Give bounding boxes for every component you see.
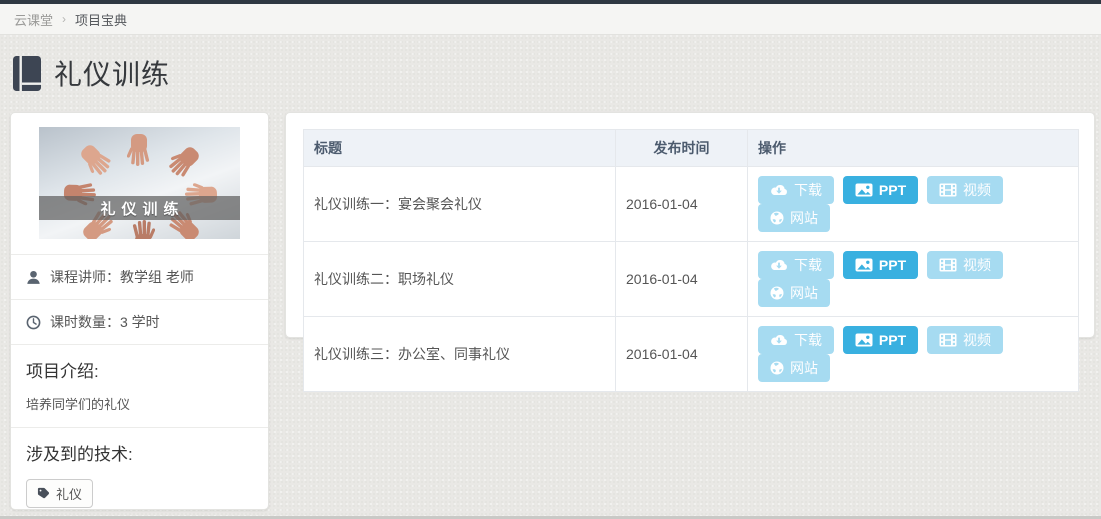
video-label: 视频 [963, 180, 991, 200]
clock-icon [26, 315, 41, 330]
download-button[interactable]: 下载 [758, 176, 834, 204]
table-row: 礼仪训练一：宴会聚会礼仪 2016-01-04 下载 PPT 视频 网站 [304, 167, 1079, 242]
ppt-label: PPT [879, 332, 906, 348]
lesson-actions: 下载 PPT 视频 网站 [748, 317, 1079, 392]
image-icon [855, 333, 873, 347]
cloud-download-icon [770, 258, 788, 272]
table-row: 礼仪训练二：职场礼仪 2016-01-04 下载 PPT 视频 网站 [304, 242, 1079, 317]
download-button[interactable]: 下载 [758, 326, 834, 354]
cloud-download-icon [770, 333, 788, 347]
globe-icon [770, 286, 784, 300]
header-actions: 操作 [748, 130, 1079, 167]
cloud-download-icon [770, 183, 788, 197]
website-label: 网站 [790, 208, 818, 228]
ppt-button[interactable]: PPT [843, 326, 918, 354]
table-row: 礼仪训练三：办公室、同事礼仪 2016-01-04 下载 PPT 视频 网站 [304, 317, 1079, 392]
breadcrumb-home-link[interactable]: 云课堂 [14, 10, 53, 29]
hours-label: 课时数量：3 学时 [50, 312, 160, 332]
video-label: 视频 [963, 255, 991, 275]
download-label: 下载 [794, 330, 822, 350]
lesson-date: 2016-01-04 [616, 167, 748, 242]
website-label: 网站 [790, 283, 818, 303]
intro-section: 项目介绍: 培养同学们的礼仪 [11, 345, 268, 428]
intro-text: 培养同学们的礼仪 [26, 394, 253, 413]
lesson-actions: 下载 PPT 视频 网站 [748, 167, 1079, 242]
download-label: 下载 [794, 180, 822, 200]
website-label: 网站 [790, 358, 818, 378]
breadcrumb-separator-icon: › [62, 12, 66, 26]
page-title-row: 礼仪训练 [0, 35, 1101, 109]
website-button[interactable]: 网站 [758, 279, 830, 307]
lesson-date: 2016-01-04 [616, 242, 748, 317]
hands-circle-illustration [39, 127, 240, 239]
instructor-row: 课程讲师：教学组 老师 [11, 255, 268, 300]
table-header-row: 标题 发布时间 操作 [304, 130, 1079, 167]
lessons-card: 标题 发布时间 操作 礼仪训练一：宴会聚会礼仪 2016-01-04 下载 PP… [285, 112, 1095, 338]
lesson-date: 2016-01-04 [616, 317, 748, 392]
website-button[interactable]: 网站 [758, 354, 830, 382]
ppt-button[interactable]: PPT [843, 251, 918, 279]
film-icon [939, 183, 957, 197]
download-button[interactable]: 下载 [758, 251, 834, 279]
video-button[interactable]: 视频 [927, 326, 1003, 354]
cover-caption: 礼仪训练 [94, 198, 184, 219]
cover-caption-band: 礼仪训练 [39, 196, 240, 220]
course-info-card: 礼仪训练 课程讲师：教学组 老师 课时数量：3 学时 项目介绍: 培养同学们的礼… [10, 112, 269, 510]
tech-heading: 涉及到的技术: [26, 440, 253, 465]
intro-heading: 项目介绍: [26, 357, 253, 382]
tag-button[interactable]: 礼仪 [26, 479, 93, 508]
instructor-label: 课程讲师：教学组 老师 [50, 267, 194, 287]
tech-section: 涉及到的技术: 礼仪 [11, 428, 268, 519]
breadcrumb: 云课堂 › 项目宝典 [0, 4, 1101, 35]
person-icon [26, 270, 41, 285]
download-label: 下载 [794, 255, 822, 275]
film-icon [939, 258, 957, 272]
website-button[interactable]: 网站 [758, 204, 830, 232]
lesson-actions: 下载 PPT 视频 网站 [748, 242, 1079, 317]
lessons-table: 标题 发布时间 操作 礼仪训练一：宴会聚会礼仪 2016-01-04 下载 PP… [303, 129, 1079, 392]
ppt-button[interactable]: PPT [843, 176, 918, 204]
page-title: 礼仪训练 [54, 53, 170, 93]
breadcrumb-current: 项目宝典 [75, 10, 127, 29]
header-title: 标题 [304, 130, 616, 167]
tag-icon [37, 487, 50, 500]
tag-label: 礼仪 [56, 484, 82, 503]
course-cover-image: 礼仪训练 [39, 127, 240, 239]
lesson-title: 礼仪训练三：办公室、同事礼仪 [304, 317, 616, 392]
ppt-label: PPT [879, 257, 906, 273]
lesson-title: 礼仪训练一：宴会聚会礼仪 [304, 167, 616, 242]
globe-icon [770, 361, 784, 375]
ppt-label: PPT [879, 182, 906, 198]
image-icon [855, 258, 873, 272]
video-button[interactable]: 视频 [927, 176, 1003, 204]
header-date: 发布时间 [616, 130, 748, 167]
globe-icon [770, 211, 784, 225]
image-icon [855, 183, 873, 197]
book-icon [12, 55, 42, 92]
video-label: 视频 [963, 330, 991, 350]
hours-row: 课时数量：3 学时 [11, 300, 268, 345]
course-cover-wrap: 礼仪训练 [11, 113, 268, 255]
lesson-title: 礼仪训练二：职场礼仪 [304, 242, 616, 317]
film-icon [939, 333, 957, 347]
video-button[interactable]: 视频 [927, 251, 1003, 279]
